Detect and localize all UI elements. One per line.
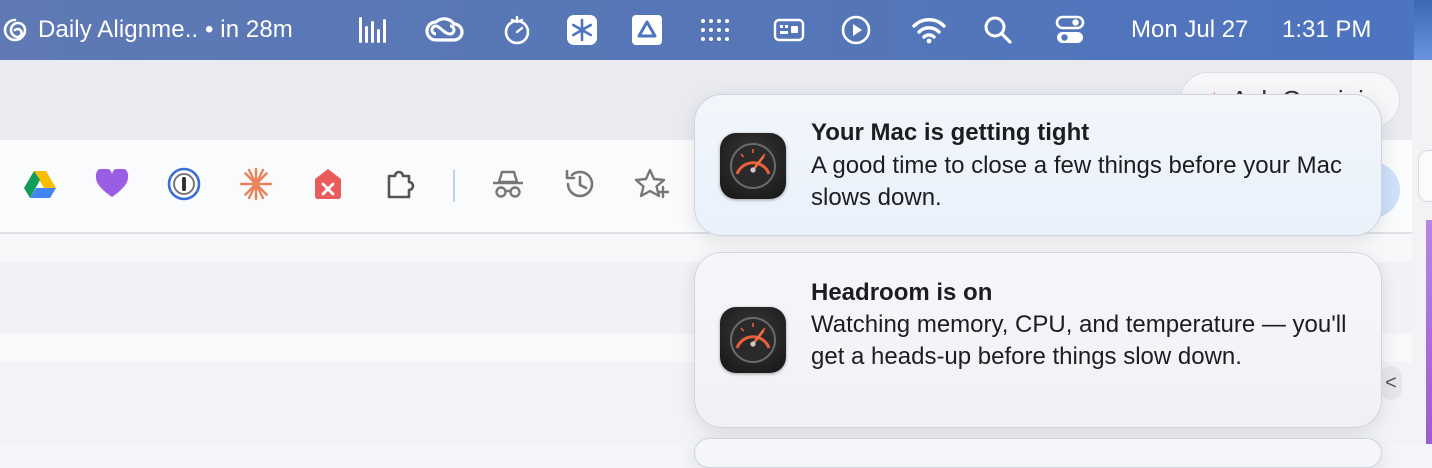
creative-cloud-icon[interactable] [424,14,464,46]
notification-card[interactable]: Your Mac is getting tight A good time to… [694,94,1382,236]
tag-close-icon[interactable] [310,166,346,202]
audio-levels-icon[interactable] [357,14,389,46]
grid-dots-icon[interactable] [700,14,732,46]
sparkle-icon[interactable] [238,166,274,202]
heart-icon[interactable] [94,166,130,202]
history-icon[interactable] [562,166,598,202]
chevron-left-icon[interactable]: < [1380,366,1402,400]
search-icon[interactable] [982,14,1014,46]
toolbar-separator [453,170,455,202]
control-center-icon[interactable] [1054,14,1086,46]
menubar-time[interactable]: 1:31 PM [1282,0,1371,60]
menubar-edge [1414,0,1432,60]
snowflake-app-icon[interactable] [566,14,598,46]
play-circle-icon[interactable] [840,14,872,46]
side-panel-toggle[interactable] [1418,150,1432,202]
tomato-timer-icon[interactable] [501,14,533,46]
menubar-date[interactable]: Mon Jul 27 [1131,0,1248,60]
side-panel-edge [1412,60,1432,444]
calendar-event-item[interactable]: Daily Alignme.. • in 28m [0,0,293,60]
notification-card-peek[interactable] [694,438,1382,468]
extensions-puzzle-icon[interactable] [382,166,418,202]
side-panel-accent [1426,220,1432,444]
menu-bar: Daily Alignme.. • in 28m Mon Jul 27 1:31… [0,0,1432,60]
wifi-icon[interactable] [911,14,947,46]
drive-triangle-icon[interactable] [631,14,663,46]
speedometer-gauge-icon [720,133,786,199]
notification-body: A good time to close a few things before… [811,152,1342,211]
keyboard-icon[interactable] [773,14,805,46]
speedometer-gauge-icon [720,307,786,373]
notification-body: Watching memory, CPU, and temperature — … [811,311,1347,370]
notification-title: Headroom is on [811,279,993,306]
spiral-app-icon [3,18,27,42]
notification-title: Your Mac is getting tight [811,119,1090,146]
google-drive-icon[interactable] [22,166,58,202]
incognito-icon[interactable] [490,166,526,202]
calendar-event-text: Daily Alignme.. • in 28m [38,16,293,43]
password-manager-icon[interactable] [166,166,202,202]
notification-card[interactable]: Headroom is on Watching memory, CPU, and… [694,252,1382,428]
star-plus-icon[interactable] [634,166,670,202]
